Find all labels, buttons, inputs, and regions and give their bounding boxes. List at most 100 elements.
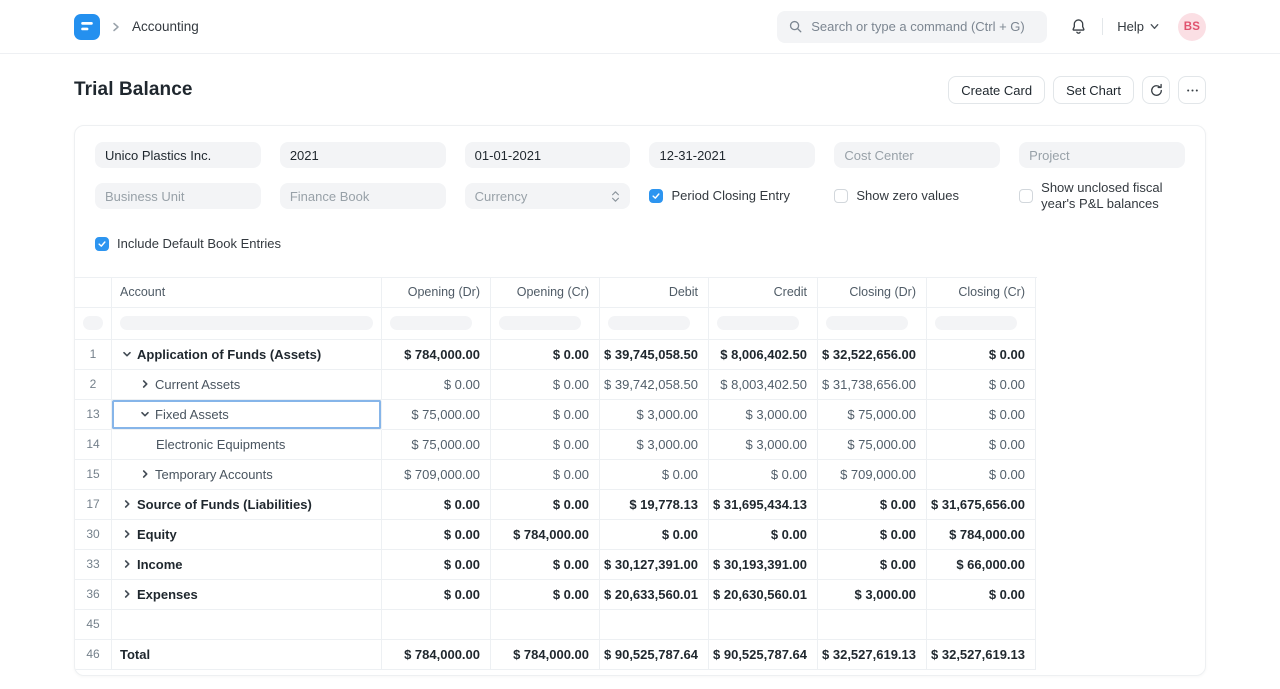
amount-cell[interactable]: $ 784,000.00 bbox=[491, 520, 600, 550]
amount-cell[interactable]: $ 0.00 bbox=[709, 520, 818, 550]
amount-cell[interactable]: $ 0.00 bbox=[382, 580, 491, 610]
column-filter-pill[interactable] bbox=[499, 316, 581, 330]
more-menu-button[interactable] bbox=[1178, 76, 1206, 104]
column-filter-pill[interactable] bbox=[83, 316, 103, 330]
amount-cell[interactable]: $ 0.00 bbox=[491, 550, 600, 580]
amount-cell[interactable]: $ 30,193,391.00 bbox=[709, 550, 818, 580]
to-date-filter[interactable]: 12-31-2021 bbox=[649, 142, 815, 168]
amount-cell[interactable]: $ 0.00 bbox=[927, 400, 1036, 430]
row-number-cell[interactable]: 2 bbox=[75, 370, 112, 400]
row-number-cell[interactable]: 1 bbox=[75, 340, 112, 370]
amount-cell[interactable]: $ 784,000.00 bbox=[927, 520, 1036, 550]
amount-cell[interactable]: $ 39,742,058.50 bbox=[600, 370, 709, 400]
amount-cell[interactable]: $ 32,527,619.13 bbox=[927, 640, 1036, 670]
create-card-button[interactable]: Create Card bbox=[948, 76, 1045, 104]
checkbox-show-zero-values[interactable]: Show zero values bbox=[834, 188, 1000, 204]
account-cell[interactable]: Current Assets bbox=[112, 370, 382, 400]
column-header-debit[interactable]: Debit bbox=[600, 278, 709, 308]
chevron-right-icon[interactable] bbox=[120, 587, 134, 601]
chevron-down-icon[interactable] bbox=[138, 407, 152, 421]
account-cell[interactable]: Expenses bbox=[112, 580, 382, 610]
amount-cell[interactable]: $ 0.00 bbox=[382, 550, 491, 580]
amount-cell[interactable]: $ 784,000.00 bbox=[491, 640, 600, 670]
amount-cell[interactable]: $ 0.00 bbox=[818, 550, 927, 580]
account-cell[interactable] bbox=[112, 610, 382, 640]
amount-cell[interactable]: $ 0.00 bbox=[709, 460, 818, 490]
amount-cell[interactable] bbox=[491, 610, 600, 640]
amount-cell[interactable]: $ 0.00 bbox=[927, 370, 1036, 400]
amount-cell[interactable]: $ 32,522,656.00 bbox=[818, 340, 927, 370]
chevron-right-icon[interactable] bbox=[120, 527, 134, 541]
column-header-credit[interactable]: Credit bbox=[709, 278, 818, 308]
row-number-cell[interactable]: 33 bbox=[75, 550, 112, 580]
notifications-button[interactable] bbox=[1069, 17, 1088, 36]
account-cell[interactable]: Temporary Accounts bbox=[112, 460, 382, 490]
amount-cell[interactable]: $ 8,003,402.50 bbox=[709, 370, 818, 400]
help-menu[interactable]: Help bbox=[1117, 19, 1160, 34]
account-cell[interactable]: Fixed Assets bbox=[112, 400, 382, 430]
account-cell[interactable]: Electronic Equipments bbox=[112, 430, 382, 460]
chevron-right-icon[interactable] bbox=[138, 467, 152, 481]
amount-cell[interactable]: $ 75,000.00 bbox=[382, 400, 491, 430]
search-input[interactable]: Search or type a command (Ctrl + G) bbox=[777, 11, 1047, 43]
chevron-right-icon[interactable] bbox=[120, 497, 134, 511]
column-filter-pill[interactable] bbox=[120, 316, 373, 330]
amount-cell[interactable]: $ 30,127,391.00 bbox=[600, 550, 709, 580]
chevron-right-icon[interactable] bbox=[120, 557, 134, 571]
project-filter[interactable]: Project bbox=[1019, 142, 1185, 168]
column-filter-pill[interactable] bbox=[935, 316, 1017, 330]
amount-cell[interactable]: $ 784,000.00 bbox=[382, 340, 491, 370]
amount-cell[interactable]: $ 709,000.00 bbox=[382, 460, 491, 490]
amount-cell[interactable]: $ 0.00 bbox=[818, 490, 927, 520]
account-cell[interactable]: Application of Funds (Assets) bbox=[112, 340, 382, 370]
amount-cell[interactable]: $ 0.00 bbox=[491, 340, 600, 370]
amount-cell[interactable]: $ 32,527,619.13 bbox=[818, 640, 927, 670]
amount-cell[interactable]: $ 3,000.00 bbox=[818, 580, 927, 610]
amount-cell[interactable]: $ 3,000.00 bbox=[600, 430, 709, 460]
amount-cell[interactable]: $ 0.00 bbox=[600, 520, 709, 550]
column-header-account[interactable]: Account bbox=[112, 278, 382, 308]
row-number-cell[interactable]: 15 bbox=[75, 460, 112, 490]
amount-cell[interactable] bbox=[709, 610, 818, 640]
breadcrumb[interactable]: Accounting bbox=[132, 19, 199, 34]
amount-cell[interactable]: $ 90,525,787.64 bbox=[600, 640, 709, 670]
amount-cell[interactable]: $ 0.00 bbox=[382, 490, 491, 520]
app-logo[interactable] bbox=[74, 14, 100, 40]
amount-cell[interactable]: $ 39,745,058.50 bbox=[600, 340, 709, 370]
checkbox-period-closing-entry[interactable]: Period Closing Entry bbox=[649, 188, 815, 204]
amount-cell[interactable]: $ 784,000.00 bbox=[382, 640, 491, 670]
row-number-cell[interactable]: 17 bbox=[75, 490, 112, 520]
amount-cell[interactable]: $ 66,000.00 bbox=[927, 550, 1036, 580]
amount-cell[interactable]: $ 75,000.00 bbox=[382, 430, 491, 460]
amount-cell[interactable]: $ 3,000.00 bbox=[709, 430, 818, 460]
amount-cell[interactable]: $ 3,000.00 bbox=[709, 400, 818, 430]
column-filter-pill[interactable] bbox=[717, 316, 799, 330]
amount-cell[interactable]: $ 31,695,434.13 bbox=[709, 490, 818, 520]
amount-cell[interactable]: $ 0.00 bbox=[491, 370, 600, 400]
column-header-closing-dr[interactable]: Closing (Dr) bbox=[818, 278, 927, 308]
row-number-cell[interactable]: 46 bbox=[75, 640, 112, 670]
chevron-right-icon[interactable] bbox=[138, 377, 152, 391]
row-number-cell[interactable]: 45 bbox=[75, 610, 112, 640]
amount-cell[interactable]: $ 0.00 bbox=[382, 370, 491, 400]
set-chart-button[interactable]: Set Chart bbox=[1053, 76, 1134, 104]
amount-cell[interactable]: $ 31,738,656.00 bbox=[818, 370, 927, 400]
avatar[interactable]: BS bbox=[1178, 13, 1206, 41]
company-filter[interactable]: Unico Plastics Inc. bbox=[95, 142, 261, 168]
column-filter-pill[interactable] bbox=[608, 316, 690, 330]
amount-cell[interactable]: $ 90,525,787.64 bbox=[709, 640, 818, 670]
amount-cell[interactable] bbox=[927, 610, 1036, 640]
amount-cell[interactable]: $ 31,675,656.00 bbox=[927, 490, 1036, 520]
amount-cell[interactable]: $ 75,000.00 bbox=[818, 400, 927, 430]
chevron-down-icon[interactable] bbox=[120, 347, 134, 361]
amount-cell[interactable]: $ 75,000.00 bbox=[818, 430, 927, 460]
currency-select[interactable]: Currency bbox=[465, 183, 631, 209]
cost-center-filter[interactable]: Cost Center bbox=[834, 142, 1000, 168]
amount-cell[interactable]: $ 20,630,560.01 bbox=[709, 580, 818, 610]
checkbox-include-default-book-entries[interactable]: Include Default Book Entries bbox=[95, 236, 1185, 252]
row-number-cell[interactable]: 30 bbox=[75, 520, 112, 550]
amount-cell[interactable]: $ 8,006,402.50 bbox=[709, 340, 818, 370]
row-number-cell[interactable]: 13 bbox=[75, 400, 112, 430]
column-header-opening-cr[interactable]: Opening (Cr) bbox=[491, 278, 600, 308]
amount-cell[interactable]: $ 0.00 bbox=[927, 460, 1036, 490]
